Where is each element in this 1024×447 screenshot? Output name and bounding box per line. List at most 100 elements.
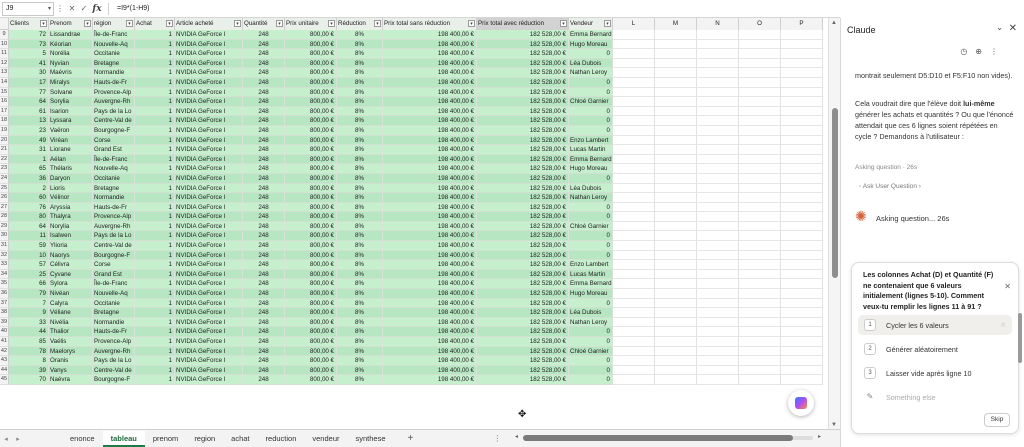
empty-cell[interactable]	[739, 30, 781, 40]
table-cell[interactable]: 182 528,00 €	[477, 308, 569, 318]
table-cell[interactable]: 800,00 €	[285, 250, 337, 261]
table-cell[interactable]: 182 528,00 €	[477, 106, 569, 117]
empty-cell[interactable]	[739, 135, 781, 146]
empty-cell[interactable]	[613, 77, 655, 88]
table-cell[interactable]: Léa Dubois	[569, 183, 613, 194]
table-cell[interactable]: 248	[243, 49, 285, 59]
table-cell[interactable]: 800,00 €	[285, 77, 337, 88]
table-cell[interactable]: 8%	[337, 173, 383, 184]
table-cell[interactable]: 800,00 €	[285, 375, 337, 385]
column-header[interactable]: région ▾	[93, 18, 135, 30]
empty-cell[interactable]	[739, 212, 781, 222]
table-cell[interactable]: 198 400,00 €	[383, 135, 477, 146]
empty-cell[interactable]	[697, 68, 739, 78]
table-cell[interactable]: Aélan	[49, 154, 93, 165]
empty-cell[interactable]	[655, 356, 697, 366]
table-cell[interactable]: 248	[243, 337, 285, 347]
empty-cell[interactable]	[697, 269, 739, 280]
empty-cell[interactable]	[697, 106, 739, 117]
table-cell[interactable]: NVIDIA GeForce I	[175, 317, 243, 328]
table-cell[interactable]: 248	[243, 77, 285, 88]
table-cell[interactable]: 198 400,00 €	[383, 30, 477, 40]
table-cell[interactable]: 57	[9, 260, 49, 270]
table-cell[interactable]: 0	[569, 365, 613, 376]
empty-cell[interactable]	[697, 279, 739, 290]
table-cell[interactable]: 198 400,00 €	[383, 87, 477, 98]
empty-cell[interactable]	[655, 183, 697, 194]
table-cell[interactable]: 182 528,00 €	[477, 346, 569, 357]
table-cell[interactable]: 248	[243, 279, 285, 290]
table-cell[interactable]: 198 400,00 €	[383, 337, 477, 347]
table-cell[interactable]: NVIDIA GeForce I	[175, 365, 243, 376]
table-cell[interactable]: Grand Est	[93, 145, 135, 155]
empty-cell[interactable]	[613, 30, 655, 40]
table-cell[interactable]: 182 528,00 €	[477, 269, 569, 280]
table-cell[interactable]: 248	[243, 231, 285, 242]
table-cell[interactable]: Nouvelle-Aq	[93, 289, 135, 299]
row-number[interactable]: 42	[0, 346, 9, 357]
table-cell[interactable]: 0	[569, 356, 613, 366]
table-cell[interactable]: 182 528,00 €	[477, 145, 569, 155]
table-cell[interactable]: 248	[243, 375, 285, 385]
other-input[interactable]: Something else	[886, 393, 936, 402]
row-number[interactable]: 26	[0, 193, 9, 203]
table-cell[interactable]: 800,00 €	[285, 356, 337, 366]
table-cell[interactable]: 800,00 €	[285, 241, 337, 251]
table-cell[interactable]: 1	[135, 317, 175, 328]
table-cell[interactable]: NVIDIA GeForce I	[175, 298, 243, 309]
table-cell[interactable]: 198 400,00 €	[383, 289, 477, 299]
table-cell[interactable]: 198 400,00 €	[383, 202, 477, 213]
table-cell[interactable]: NVIDIA GeForce I	[175, 106, 243, 117]
table-cell[interactable]: 198 400,00 €	[383, 260, 477, 270]
tab-prenom[interactable]: prenom	[145, 431, 186, 447]
table-cell[interactable]: Thalyra	[49, 212, 93, 222]
table-cell[interactable]: 1	[135, 221, 175, 232]
table-cell[interactable]: NVIDIA GeForce I	[175, 279, 243, 290]
table-cell[interactable]: 248	[243, 202, 285, 213]
empty-cell[interactable]	[613, 289, 655, 299]
table-cell[interactable]: Auvergne-Rh	[93, 346, 135, 357]
vertical-scroll-thumb[interactable]	[832, 108, 838, 278]
table-cell[interactable]: 198 400,00 €	[383, 365, 477, 376]
table-cell[interactable]: 198 400,00 €	[383, 212, 477, 222]
table-cell[interactable]: Daryon	[49, 173, 93, 184]
empty-cell[interactable]	[739, 39, 781, 50]
empty-cell[interactable]	[781, 298, 823, 309]
table-cell[interactable]: 182 528,00 €	[477, 58, 569, 69]
cancel-icon[interactable]: ✕	[66, 4, 78, 13]
empty-cell[interactable]	[781, 125, 823, 136]
table-cell[interactable]: 198 400,00 €	[383, 154, 477, 165]
empty-cell[interactable]	[655, 298, 697, 309]
empty-cell[interactable]	[739, 365, 781, 376]
table-cell[interactable]: 8%	[337, 164, 383, 174]
table-cell[interactable]: 800,00 €	[285, 327, 337, 337]
table-cell[interactable]: 0	[569, 212, 613, 222]
table-cell[interactable]: Occitanie	[93, 49, 135, 59]
tab-reduction[interactable]: reduction	[258, 431, 305, 447]
empty-cell[interactable]	[655, 39, 697, 50]
row-number[interactable]: 38	[0, 308, 9, 318]
empty-cell[interactable]	[697, 116, 739, 126]
empty-cell[interactable]	[655, 212, 697, 222]
table-cell[interactable]: 800,00 €	[285, 365, 337, 376]
table-cell[interactable]: 182 528,00 €	[477, 193, 569, 203]
table-cell[interactable]: 0	[569, 337, 613, 347]
empty-cell[interactable]	[613, 202, 655, 213]
table-cell[interactable]: Nathan Leroy	[569, 68, 613, 78]
table-cell[interactable]: 182 528,00 €	[477, 212, 569, 222]
tab-synthese[interactable]: synthese	[348, 431, 394, 447]
formula-input[interactable]: =I9*(1-H9)	[117, 5, 149, 12]
column-header[interactable]: Article acheté ▾	[175, 18, 243, 30]
chevron-down-icon[interactable]: ⌄	[996, 23, 1003, 32]
table-cell[interactable]: NVIDIA GeForce I	[175, 164, 243, 174]
table-cell[interactable]: NVIDIA GeForce I	[175, 308, 243, 318]
table-cell[interactable]: Maelorys	[49, 346, 93, 357]
empty-cell[interactable]	[739, 87, 781, 98]
empty-cell[interactable]	[781, 202, 823, 213]
close-icon[interactable]: ✕	[1004, 282, 1011, 291]
table-cell[interactable]: 198 400,00 €	[383, 173, 477, 184]
table-cell[interactable]: Chloé Garnier	[569, 346, 613, 357]
table-cell[interactable]: 182 528,00 €	[477, 154, 569, 165]
empty-cell[interactable]	[781, 39, 823, 50]
empty-cell[interactable]	[781, 221, 823, 232]
